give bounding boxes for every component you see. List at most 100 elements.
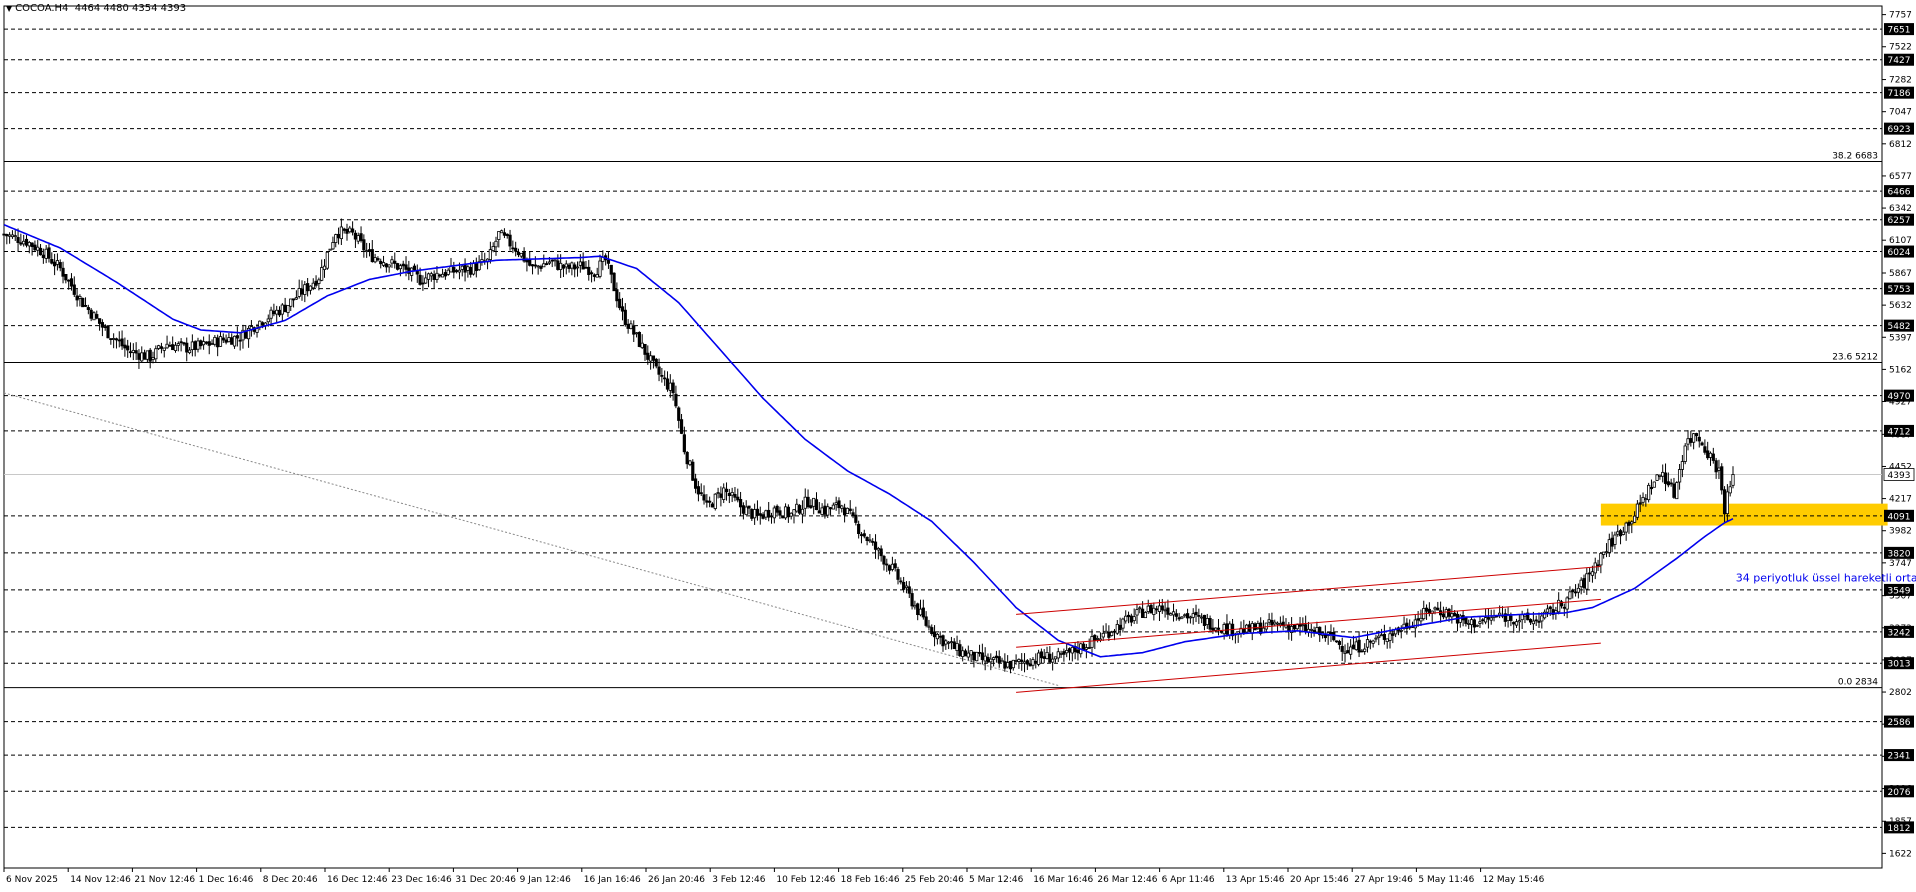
- candle-body: [868, 539, 872, 542]
- candle-body: [1275, 622, 1280, 625]
- candle-body: [120, 338, 124, 347]
- candle-body: [83, 304, 88, 307]
- candle-body: [145, 350, 149, 360]
- candle-body: [963, 650, 968, 657]
- candle-body: [1253, 623, 1257, 631]
- candle-body: [1287, 624, 1291, 632]
- candle-body: [1025, 660, 1029, 665]
- level-label: 7186: [1888, 89, 1911, 99]
- candle-body: [1036, 652, 1041, 665]
- candle-body: [1498, 612, 1502, 616]
- candle-body: [168, 344, 172, 347]
- candle-body: [27, 241, 31, 247]
- candle-body: [871, 541, 875, 543]
- candle-body: [446, 269, 450, 275]
- candle-body: [609, 264, 613, 275]
- y-tick-label: 5632: [1889, 301, 1912, 311]
- candle-body: [890, 563, 894, 570]
- candle-body: [1593, 562, 1597, 574]
- candle-body: [843, 507, 847, 516]
- candle-body: [1616, 531, 1620, 535]
- candle-body: [390, 259, 394, 264]
- candle-body: [1065, 650, 1069, 654]
- candle-body: [266, 318, 270, 323]
- candle-body: [1132, 616, 1136, 622]
- candle-body: [851, 512, 855, 516]
- candle-body: [573, 264, 577, 270]
- candle-body: [308, 285, 313, 291]
- candle-body: [185, 342, 189, 353]
- y-tick-label: 7282: [1889, 76, 1912, 86]
- candle-body: [750, 508, 754, 519]
- candle-body: [97, 318, 102, 324]
- level-label: 6024: [1888, 248, 1911, 258]
- candle-body: [1731, 474, 1735, 486]
- candle-body: [1537, 620, 1541, 623]
- candle-body: [716, 492, 720, 495]
- candle-body: [1627, 521, 1631, 526]
- candle-body: [859, 534, 864, 536]
- candle-body: [1003, 661, 1007, 669]
- candle-body: [5, 234, 9, 237]
- candle-body: [932, 631, 937, 638]
- candle-body: [1188, 616, 1193, 619]
- candle-body: [1368, 640, 1372, 643]
- candle-body: [896, 569, 900, 580]
- candle-body: [1573, 591, 1578, 594]
- level-label: 2341: [1888, 752, 1911, 762]
- candle-body: [1112, 630, 1117, 633]
- candle-body: [1638, 502, 1642, 505]
- candle-body: [1576, 587, 1580, 593]
- candle-body: [1677, 469, 1682, 483]
- candle-body: [238, 339, 242, 342]
- y-tick-label: 5397: [1889, 333, 1912, 343]
- x-tick-label: 9 Jan 12:46: [520, 875, 572, 885]
- candle-body: [544, 263, 549, 266]
- candle-body: [1135, 609, 1139, 616]
- candle-body: [556, 260, 560, 270]
- y-tick-label: 5162: [1889, 365, 1912, 375]
- candle-body: [679, 419, 684, 434]
- candle-body: [1104, 630, 1108, 634]
- candle-body: [1700, 442, 1704, 446]
- candle-body: [418, 274, 422, 285]
- candle-body: [736, 496, 740, 501]
- candle-body: [559, 262, 563, 270]
- candle-body: [2, 233, 6, 236]
- collapse-triangle-icon[interactable]: ▼: [6, 4, 12, 13]
- candle-body: [134, 350, 138, 354]
- x-tick-label: 6 Nov 2025: [6, 875, 58, 885]
- candle-body: [1152, 607, 1156, 615]
- candle-body: [921, 607, 925, 618]
- candle-body: [370, 249, 374, 262]
- x-tick-label: 27 Apr 19:46: [1354, 875, 1413, 885]
- candle-body: [972, 651, 976, 661]
- candle-body: [533, 264, 537, 267]
- candle-body: [494, 240, 498, 248]
- candle-body: [966, 652, 970, 658]
- candle-body: [778, 510, 782, 516]
- candle-body: [269, 309, 273, 319]
- candle-body: [1045, 651, 1049, 659]
- candle-body: [1329, 631, 1333, 635]
- candle-body: [387, 264, 391, 268]
- candle-body: [1607, 539, 1611, 553]
- candle-body: [1444, 609, 1448, 618]
- price-chart[interactable]: ▼ COCOA.H4 4464 4480 4354 4393 38.2 6683 2…: [0, 0, 1916, 888]
- candle-body: [55, 260, 60, 265]
- candle-body: [1107, 631, 1111, 638]
- candle-body: [154, 348, 158, 360]
- candle-body: [1722, 489, 1727, 515]
- candle-body: [803, 496, 807, 509]
- candle-body: [165, 343, 169, 349]
- candle-body: [463, 264, 467, 273]
- candle-body: [112, 338, 116, 340]
- ohlc-values: 4464 4480 4354 4393: [74, 3, 187, 14]
- candle-body: [300, 288, 304, 295]
- candle-body: [876, 548, 880, 551]
- chart-canvas[interactable]: 38.2 6683 23.6 5212 0.0 2834 34 periyotluk …: [0, 0, 1916, 888]
- candle-body: [663, 377, 667, 380]
- candle-body: [1413, 619, 1417, 629]
- candle-body: [38, 247, 43, 256]
- candle-body: [412, 265, 417, 271]
